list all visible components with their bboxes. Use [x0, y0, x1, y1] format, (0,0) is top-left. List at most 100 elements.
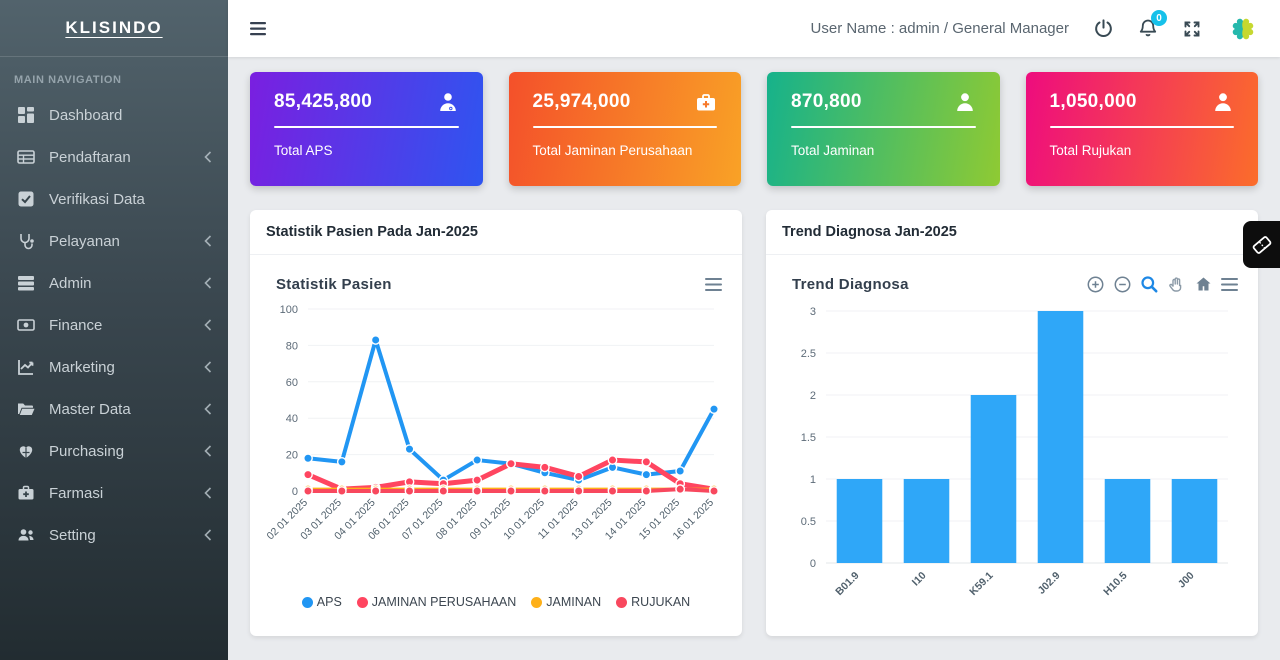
ticket-floating-button[interactable]: [1243, 221, 1280, 268]
divider: [791, 126, 976, 128]
legend-marker: [356, 596, 368, 608]
stat-card-total-jaminan-perusahaan: 25,974,000 Total Jaminan Perusahaan: [508, 72, 741, 186]
check-square-icon: [16, 190, 36, 208]
trend-diagnosa-bar-chart: 0 0.5 1 1.5 2 2.5 3 B01.9 I10 K59.1 J02.9 H10.5 J00: [801, 306, 1228, 598]
svg-text:B01.9: B01.9: [833, 570, 861, 598]
statistik-pasien-line-chart: 02040608010002 01 202503 01 202504 01 20…: [264, 304, 719, 542]
app-root: KLISINDO MAIN NAVIGATION Dashboard Penda…: [0, 0, 1280, 660]
stat-label: Total Jaminan: [791, 143, 875, 158]
medkit-icon: [695, 91, 717, 113]
legend-item[interactable]: JAMINAN PERUSAHAAN: [356, 595, 517, 609]
chevron-left-icon: [204, 319, 212, 331]
svg-text:1.5: 1.5: [801, 432, 816, 444]
user-icon: [1212, 91, 1234, 113]
ticket-icon: [1251, 234, 1273, 256]
legend-item[interactable]: JAMINAN: [531, 595, 601, 609]
heart-box-icon: [16, 442, 36, 460]
chart-title: Statistik Pasien: [276, 275, 392, 293]
sidebar-item-verifikasi-data[interactable]: Verifikasi Data: [0, 178, 228, 220]
money-bill-icon: [16, 316, 36, 334]
selection-zoom-icon[interactable]: [1140, 275, 1159, 294]
sidebar-item-label: Master Data: [49, 400, 131, 418]
sidebar-item-marketing[interactable]: Marketing: [0, 346, 228, 388]
user-icon: [954, 91, 976, 113]
sidebar-item-admin[interactable]: Admin: [0, 262, 228, 304]
chart-menu-icon[interactable]: [1221, 277, 1238, 291]
server-icon: [16, 274, 36, 292]
sidebar-item-label: Pendaftaran: [49, 148, 131, 166]
registration-table-icon: [16, 148, 36, 166]
sidebar-toggle-button[interactable]: [250, 21, 268, 36]
topbar: User Name : admin / General Manager 0: [228, 0, 1280, 57]
users-gear-icon: [16, 526, 36, 544]
svg-text:3: 3: [810, 306, 816, 318]
chevron-left-icon: [204, 403, 212, 415]
chart-menu-icon[interactable]: [705, 277, 722, 291]
fullscreen-expand-icon[interactable]: [1182, 19, 1202, 39]
chart-legend: APS JAMINAN PERUSAHAAN JAMINAN RUJUKAN: [264, 595, 728, 609]
sidebar-item-pendaftaran[interactable]: Pendaftaran: [0, 136, 228, 178]
sidebar-item-label: Finance: [49, 316, 103, 334]
sidebar-item-pelayanan[interactable]: Pelayanan: [0, 220, 228, 262]
folder-open-icon: [16, 400, 36, 418]
logout-power-icon[interactable]: [1093, 18, 1114, 39]
brand: KLISINDO: [0, 0, 228, 57]
stat-card-total-aps: 85,425,800 Total APS: [250, 72, 483, 186]
sidebar-item-label: Marketing: [49, 358, 115, 376]
pan-hand-icon[interactable]: [1167, 275, 1186, 294]
brand-link[interactable]: KLISINDO: [65, 18, 162, 38]
zoom-in-icon[interactable]: [1086, 275, 1105, 294]
stat-label: Total APS: [274, 143, 333, 158]
sidebar-item-setting[interactable]: Setting: [0, 514, 228, 556]
user-role-text: User Name : admin / General Manager: [810, 20, 1069, 37]
home-reset-icon[interactable]: [1194, 275, 1213, 294]
stat-value: 1,050,000: [1049, 91, 1137, 112]
svg-text:J02.9: J02.9: [1036, 570, 1063, 597]
legend-label: JAMINAN PERUSAHAAN: [371, 595, 517, 609]
stat-value: 870,800: [791, 91, 862, 112]
dashboard-grid-icon: [16, 106, 36, 124]
chevron-left-icon: [204, 277, 212, 289]
stat-label: Total Jaminan Perusahaan: [532, 143, 693, 158]
stat-card-total-jaminan: 870,800 Total Jaminan: [767, 72, 1000, 186]
legend-item[interactable]: APS: [301, 595, 342, 609]
svg-text:40: 40: [286, 413, 298, 425]
stethoscope-icon: [16, 232, 36, 250]
svg-text:100: 100: [280, 304, 298, 316]
svg-text:20: 20: [286, 450, 298, 462]
legend-label: APS: [316, 595, 342, 609]
chevron-left-icon: [204, 235, 212, 247]
sidebar-item-finance[interactable]: Finance: [0, 304, 228, 346]
stat-card-total-rujukan: 1,050,000 Total Rujukan: [1025, 72, 1258, 186]
sidebar-item-label: Farmasi: [49, 484, 104, 502]
svg-text:0: 0: [810, 558, 816, 570]
sidebar-item-label: Admin: [49, 274, 92, 292]
sidebar: KLISINDO MAIN NAVIGATION Dashboard Penda…: [0, 0, 228, 660]
chevron-left-icon: [204, 529, 212, 541]
sidebar-item-master-data[interactable]: Master Data: [0, 388, 228, 430]
main-area: User Name : admin / General Manager 0 85…: [228, 0, 1280, 660]
legend-marker: [301, 596, 313, 608]
legend-label: JAMINAN: [546, 595, 602, 609]
clover-logo-icon: [1226, 12, 1260, 46]
stat-label: Total Rujukan: [1049, 143, 1132, 158]
svg-text:60: 60: [286, 377, 298, 389]
svg-text:I10: I10: [910, 570, 929, 589]
chart-title: Trend Diagnosa: [792, 275, 909, 293]
svg-text:1: 1: [810, 474, 816, 486]
notifications-bell-icon[interactable]: 0: [1138, 10, 1167, 39]
sidebar-item-label: Setting: [49, 526, 96, 544]
sidebar-item-purchasing[interactable]: Purchasing: [0, 430, 228, 472]
divider: [1049, 126, 1234, 128]
divider: [532, 126, 717, 128]
svg-text:K59.1: K59.1: [967, 570, 995, 598]
sidebar-item-farmasi[interactable]: Farmasi: [0, 472, 228, 514]
chevron-left-icon: [204, 487, 212, 499]
sidebar-section-label: MAIN NAVIGATION: [14, 74, 122, 86]
legend-item[interactable]: RUJUKAN: [616, 595, 690, 609]
zoom-out-icon[interactable]: [1113, 275, 1132, 294]
sidebar-item-dashboard[interactable]: Dashboard: [0, 94, 228, 136]
charts-row: Statistik Pasien Pada Jan-2025 Statistik…: [250, 210, 1258, 636]
panel-title: Trend Diagnosa Jan-2025: [766, 210, 1258, 255]
stat-cards-row: 85,425,800 Total APS 25,974,000 Total Ja…: [250, 72, 1258, 186]
